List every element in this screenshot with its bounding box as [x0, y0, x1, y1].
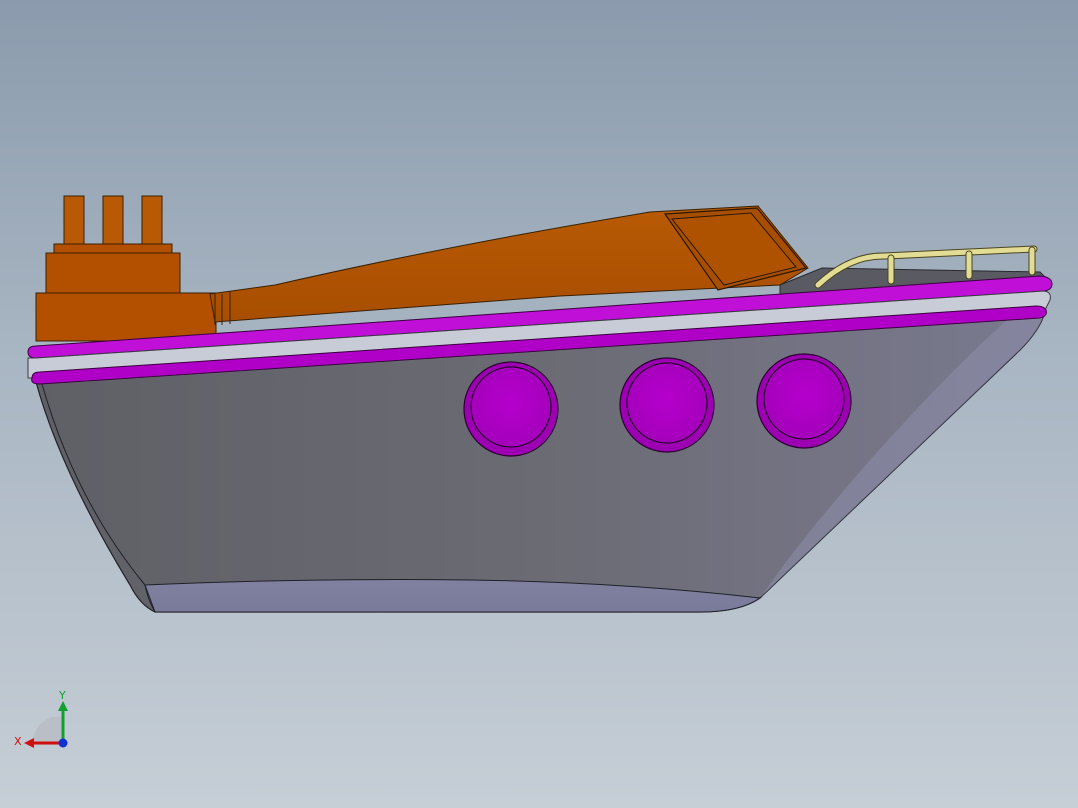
graphics-viewport[interactable]: Y X [0, 0, 1078, 808]
y-axis-label: Y [58, 689, 66, 702]
funnels [53, 195, 173, 255]
funnel-1 [63, 195, 85, 247]
porthole-1 [463, 361, 559, 457]
stern-cabin-lower [35, 292, 217, 342]
z-axis-dot-icon [58, 738, 68, 748]
y-axis-arrowhead-icon [58, 701, 68, 711]
funnel-3 [141, 195, 163, 247]
triad-shadow-icon [32, 717, 62, 745]
x-axis-label: X [14, 735, 22, 748]
porthole-2 [619, 357, 715, 453]
reference-triad: Y X [14, 689, 68, 748]
x-axis-arrowhead-icon [24, 738, 34, 748]
porthole-3 [756, 353, 852, 449]
boat-model[interactable] [0, 0, 1078, 808]
funnel-2 [102, 195, 124, 247]
stern-cabin [35, 252, 217, 342]
stern-cabin-upper [45, 252, 181, 295]
